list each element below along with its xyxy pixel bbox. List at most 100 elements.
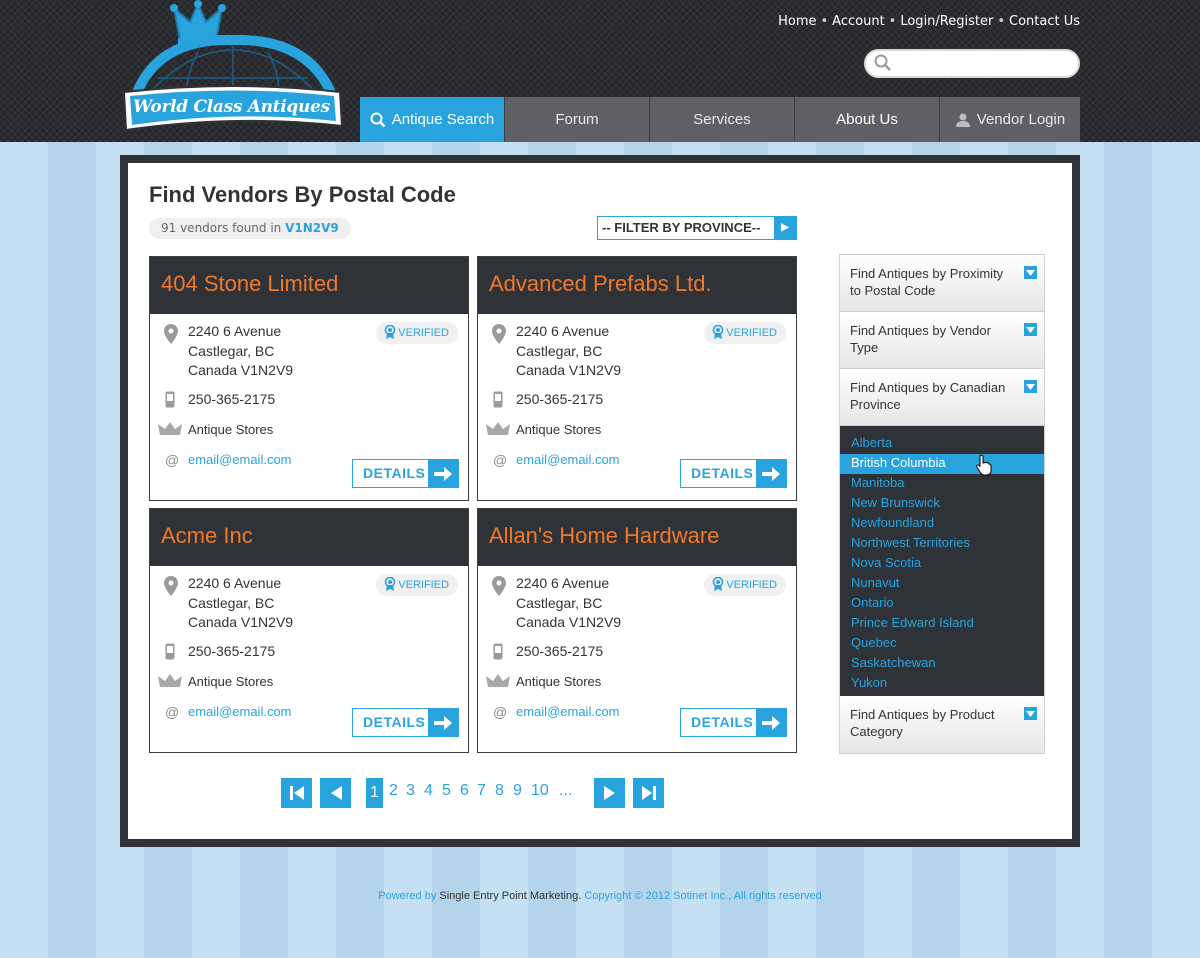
vendor-name[interactable]: Allan's Home Hardware [478, 509, 796, 566]
accordion-label: Find Antiques by Proximity to Postal Cod… [850, 266, 1004, 298]
accordion-product-category[interactable]: Find Antiques by Product Category [840, 696, 1044, 753]
email-icon: @ [165, 704, 180, 720]
main-nav: Antique Search Forum Services About Us V… [360, 97, 1080, 142]
page-number[interactable]: 10 [531, 782, 549, 800]
details-button[interactable]: DETAILS [680, 459, 787, 488]
page-number-current[interactable]: 1 [366, 778, 383, 808]
filter-by-province-select[interactable]: -- FILTER BY PROVINCE-- ▶ [597, 216, 797, 240]
separator: • [820, 14, 829, 29]
page-number[interactable]: 3 [406, 782, 415, 800]
accordion-province[interactable]: Find Antiques by Canadian Province [840, 369, 1044, 426]
toplink-home[interactable]: Home [778, 14, 816, 29]
province-label: British Columbia [851, 455, 946, 470]
address-line: Canada V1N2V9 [188, 362, 294, 378]
search-input[interactable] [898, 54, 1070, 74]
arrow-right-icon [756, 709, 786, 736]
vendors-found-badge: 91 vendors found in V1N2V9 [149, 218, 351, 239]
page-ellipsis: ... [559, 782, 573, 799]
search-icon [874, 54, 891, 71]
first-page-icon [289, 786, 304, 800]
footer-company-link[interactable]: Single Entry Point Marketing. [439, 890, 581, 902]
verified-badge: VERIFIED [376, 322, 458, 344]
vendor-email-link[interactable]: email@email.com [188, 452, 292, 467]
details-button[interactable]: DETAILS [680, 708, 787, 737]
province-item[interactable]: Newfoundland [840, 514, 1044, 534]
province-list: Alberta British Columbia Manitoba New Br… [840, 426, 1044, 696]
vendor-name[interactable]: Acme Inc [150, 509, 468, 566]
prev-page-button[interactable] [320, 778, 351, 808]
vendor-email-link[interactable]: email@email.com [516, 704, 620, 719]
toplink-contact-us[interactable]: Contact Us [1009, 14, 1080, 29]
verified-label: VERIFIED [726, 579, 777, 591]
province-item[interactable]: Nova Scotia [840, 554, 1044, 574]
separator: • [997, 14, 1005, 29]
details-button[interactable]: DETAILS [352, 708, 459, 737]
vendor-email-link[interactable]: email@email.com [516, 452, 620, 467]
separator: • [888, 14, 897, 29]
nav-about-us[interactable]: About Us [795, 97, 940, 142]
page-number[interactable]: 6 [460, 782, 469, 800]
postal-code[interactable]: V1N2V9 [285, 221, 339, 235]
vendor-type: Antique Stores [188, 422, 274, 437]
province-item[interactable]: Northwest Territories [840, 534, 1044, 554]
province-item-selected[interactable]: British Columbia [840, 454, 1044, 476]
arrow-right-icon [428, 460, 458, 487]
nav-forum[interactable]: Forum [505, 97, 650, 142]
details-button[interactable]: DETAILS [352, 459, 459, 488]
first-page-button[interactable] [281, 778, 312, 808]
province-item[interactable]: New Brunswick [840, 494, 1044, 514]
crown-icon [486, 674, 510, 687]
toplink-account[interactable]: Account [832, 14, 885, 29]
page-number[interactable]: 7 [477, 782, 486, 800]
map-pin-icon [164, 576, 178, 596]
crown-icon [486, 422, 510, 435]
page-number[interactable]: 8 [495, 782, 504, 800]
site-logo[interactable]: World Class Antiques [118, 0, 354, 140]
chevron-down-icon[interactable] [1024, 707, 1037, 720]
sidebar-filters: Find Antiques by Proximity to Postal Cod… [839, 254, 1045, 754]
email-icon: @ [165, 452, 180, 468]
page-number[interactable]: 9 [513, 782, 522, 800]
province-item[interactable]: Manitoba [840, 474, 1044, 494]
mobile-phone-icon [165, 391, 175, 408]
page-number[interactable]: 4 [424, 782, 433, 800]
province-item[interactable]: Alberta [840, 434, 1044, 454]
ribbon-award-icon [384, 324, 396, 339]
province-item[interactable]: Yukon [840, 674, 1044, 694]
address-line: Canada V1N2V9 [516, 614, 622, 630]
verified-badge: VERIFIED [704, 322, 786, 344]
toplink-login-register[interactable]: Login/Register [900, 14, 993, 29]
verified-badge: VERIFIED [704, 574, 786, 596]
chevron-down-icon[interactable] [1024, 323, 1037, 336]
vendor-email-link[interactable]: email@email.com [188, 704, 292, 719]
province-item[interactable]: Prince Edward Island [840, 614, 1044, 634]
nav-vendor-login[interactable]: Vendor Login [940, 97, 1080, 142]
province-item[interactable]: Ontario [840, 594, 1044, 614]
province-item[interactable]: Saskatchewan [840, 654, 1044, 674]
ribbon-award-icon [712, 324, 724, 339]
map-pin-icon [164, 324, 178, 344]
site-header: World Class Antiques Home • Account • Login/… [0, 0, 1200, 142]
accordion-label: Find Antiques by Vendor Type [850, 323, 991, 355]
details-label: DETAILS [363, 714, 426, 730]
province-item[interactable]: Nunavut [840, 574, 1044, 594]
address-line: Castlegar, BC [188, 342, 275, 359]
next-page-button[interactable] [594, 778, 625, 808]
page-number[interactable]: 5 [442, 782, 451, 800]
chevron-down-icon[interactable] [1024, 380, 1037, 393]
page-number[interactable]: 2 [389, 782, 398, 800]
accordion-proximity[interactable]: Find Antiques by Proximity to Postal Cod… [840, 255, 1044, 312]
chevron-down-icon[interactable] [1024, 266, 1037, 279]
vendor-phone: 250-365-2175 [516, 643, 604, 659]
mobile-phone-icon [493, 643, 503, 660]
next-page-icon [603, 786, 615, 800]
vendor-name[interactable]: 404 Stone Limited [150, 257, 468, 314]
vendor-card: Allan's Home Hardware 2240 6 Avenue Cast… [477, 508, 797, 753]
accordion-vendor-type[interactable]: Find Antiques by Vendor Type [840, 312, 1044, 369]
accordion-label: Find Antiques by Product Category [850, 707, 995, 739]
nav-antique-search[interactable]: Antique Search [360, 97, 505, 142]
vendor-name[interactable]: Advanced Prefabs Ltd. [478, 257, 796, 314]
nav-services[interactable]: Services [650, 97, 795, 142]
last-page-button[interactable] [633, 778, 664, 808]
province-item[interactable]: Quebec [840, 634, 1044, 654]
